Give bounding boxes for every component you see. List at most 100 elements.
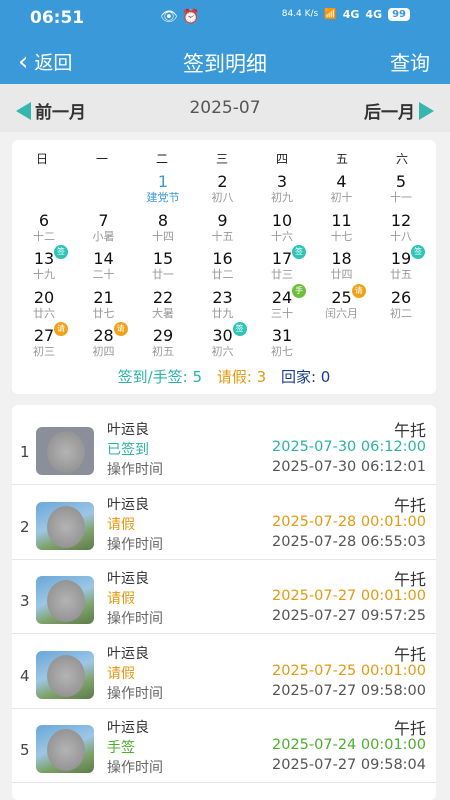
lunar-date: 廿四: [330, 268, 353, 281]
operation-time: 2025-07-27 09:58:04: [272, 757, 426, 773]
calendar-day[interactable]: 19 廿五签: [371, 245, 431, 287]
calendar-day[interactable]: 23 廿九: [193, 288, 253, 326]
lunar-date: 十六: [271, 229, 293, 243]
calendar-day[interactable]: 22 大暑: [133, 288, 193, 326]
arrow-right-icon: [419, 101, 434, 120]
day-status-badge: 签: [292, 245, 306, 259]
calendar-day[interactable]: 6 十二: [14, 211, 74, 249]
query-button[interactable]: 查询: [390, 47, 430, 76]
network-speed: 84.4 K/s: [281, 9, 319, 19]
calendar-day[interactable]: 27 初三请: [14, 322, 74, 364]
calendar-day[interactable]: 29 初五: [133, 326, 193, 364]
calendar-day[interactable]: 31 初七: [252, 326, 312, 364]
weekday-label: 二: [155, 152, 168, 166]
calendar-day[interactable]: 21 廿七: [74, 288, 134, 326]
day-status-badge: 请: [54, 322, 68, 336]
lunar-date: 廿五: [390, 268, 412, 281]
student-name: 叶运良: [107, 720, 149, 736]
calendar-day[interactable]: 13 十九签: [14, 245, 74, 287]
operation-time: 2025-07-27 09:57:25: [272, 608, 426, 624]
record-time: 2025-07-28 00:01:00: [272, 513, 426, 530]
calendar-day[interactable]: 3 初九: [252, 172, 312, 210]
calendar-day[interactable]: 8 十四: [133, 211, 193, 249]
calendar-day[interactable]: 1 建党节: [133, 172, 193, 210]
record-index: 3: [20, 592, 30, 610]
operation-time: 2025-07-27 09:58:00: [272, 682, 426, 699]
shift-label: 午托: [393, 719, 426, 738]
calendar-day[interactable]: 9 十五: [193, 211, 253, 249]
calendar-day[interactable]: 16 廿二: [193, 249, 253, 287]
record-row[interactable]: 2 叶运良 请假 操作时间 午托 2025-07-28 00:01:00 2025-07-2…: [12, 488, 436, 560]
record-status: 已签到: [107, 442, 149, 458]
record-index: 5: [20, 741, 30, 759]
status-bar: 06:51 👁 ⏰ 84.4 K/s 📶 4G 4G 99: [0, 0, 450, 36]
lunar-date: 十七: [330, 229, 353, 243]
lunar-date: 初四: [92, 345, 115, 358]
calendar-day[interactable]: 28 初四请: [74, 322, 134, 364]
lunar-date: 三十: [271, 306, 293, 320]
operation-time-label: 操作时间: [107, 685, 163, 702]
calendar-day[interactable]: 20 廿六: [14, 288, 74, 326]
lunar-date: 小暑: [92, 229, 115, 243]
lunar-date: 初六: [211, 345, 234, 358]
record-row[interactable]: 5 叶运良 手签 操作时间 午托 2025-07-24 00:01:00 2025-07-2…: [12, 711, 436, 783]
record-row[interactable]: 1 叶运良 已签到 操作时间 午托 2025-07-30 06:12:00 2025-07-…: [12, 413, 436, 485]
record-status: 请假: [107, 665, 135, 682]
lunar-date: 廿九: [211, 306, 234, 320]
lunar-date: 初三: [33, 345, 55, 358]
calendar-day[interactable]: 11 十七: [312, 211, 372, 249]
shift-label: 午托: [393, 495, 426, 515]
calendar-day[interactable]: 25 闰六月请: [312, 283, 372, 326]
lunar-date: 廿七: [92, 306, 115, 320]
record-row[interactable]: 3 叶运良 请假 操作时间 午托 2025-07-27 00:01:00 2025-07-2…: [12, 562, 436, 634]
calendar-day[interactable]: 4 初十: [312, 172, 372, 210]
weekday-label: 三: [215, 152, 228, 166]
calendar-day[interactable]: 17 廿三签: [252, 245, 312, 287]
lunar-date: 廿六: [33, 306, 55, 320]
page-title: 签到明细: [183, 52, 267, 76]
lunar-date: 初十: [330, 191, 353, 204]
calendar-day[interactable]: 10 十六: [252, 211, 312, 249]
calendar-day[interactable]: 12 十八: [371, 211, 431, 249]
weekday-label: 六: [395, 152, 408, 166]
signal-2: 4G: [365, 8, 383, 21]
summary-leave: 请假: 3: [216, 368, 267, 386]
calendar-day[interactable]: 7 小暑: [74, 211, 134, 249]
calendar-day[interactable]: 26 初二: [371, 288, 431, 326]
record-row[interactable]: 4 叶运良 请假 操作时间 午托 2025-07-25 00:01:00 2025-07-2…: [12, 637, 436, 709]
lunar-date: 廿一: [152, 268, 174, 281]
weekday-label: 四: [275, 152, 288, 166]
status-right: 84.4 K/s 📶 4G 4G 99: [282, 8, 410, 21]
lunar-date: 初八: [211, 191, 234, 204]
weekday-label: 日: [35, 152, 48, 166]
record-index: 1: [20, 443, 30, 461]
operation-time: 2025-07-30 06:12:01: [272, 459, 426, 475]
lunar-date: 十九: [33, 268, 55, 281]
operation-time-label: 操作时间: [107, 536, 163, 553]
day-status-badge: 请: [351, 283, 366, 298]
shift-label: 午托: [393, 570, 426, 589]
calendar-day[interactable]: 15 廿一: [133, 249, 193, 287]
calendar: 日 一 二 三 四 五 六 1 建党节 2 初八 3 初九 4 初十 5 十一 6 十二 7 小暑 8 十四 9 十五 10 十六…: [12, 140, 436, 394]
calendar-day[interactable]: 2 初八: [193, 172, 253, 210]
lunar-date: 十四: [152, 229, 174, 243]
lunar-date: 初九: [271, 191, 293, 204]
status-time: 06:51: [30, 8, 85, 28]
weekday-label: 五: [335, 152, 348, 166]
record-list: 1 叶运良 已签到 操作时间 午托 2025-07-30 06:12:00 2025-07-…: [12, 405, 436, 800]
avatar: [36, 650, 94, 699]
lunar-date: 初五: [152, 345, 174, 358]
avatar-face-blur: [47, 654, 85, 697]
day-status-badge: 手: [292, 283, 306, 298]
calendar-day[interactable]: 18 廿四: [312, 249, 372, 287]
weekday-header: 日一二三四五六: [12, 150, 436, 167]
calendar-day[interactable]: 14 二十: [74, 249, 134, 287]
calendar-day[interactable]: 5 十一: [371, 172, 431, 210]
battery-indicator: 99: [388, 8, 410, 21]
calendar-day[interactable]: 30 初六签: [193, 322, 253, 364]
student-name: 叶运良: [107, 645, 149, 662]
wifi-icon: 📶: [324, 9, 337, 20]
calendar-day[interactable]: 24 三十手: [252, 283, 312, 326]
next-month-button[interactable]: 后一月: [364, 98, 434, 123]
lunar-date: 初七: [271, 345, 293, 358]
